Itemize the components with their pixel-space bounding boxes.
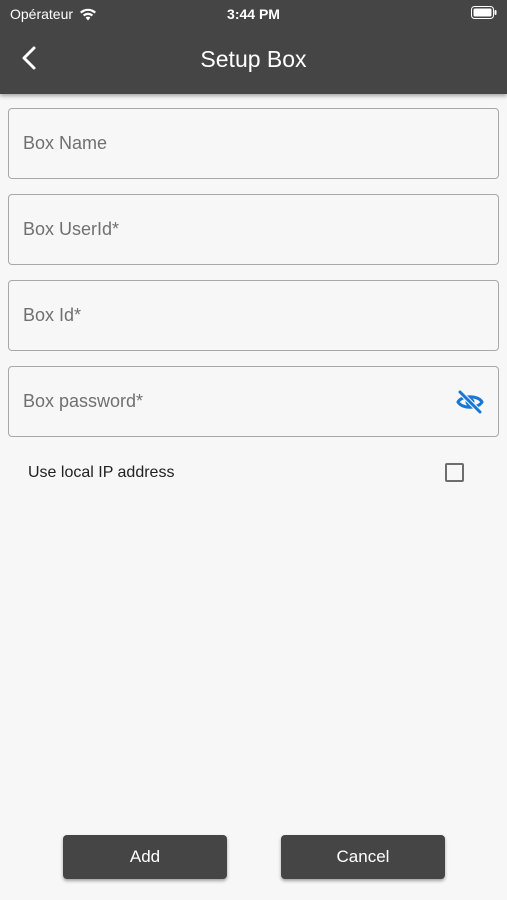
box-id-field[interactable] [8,280,499,351]
box-userid-input[interactable] [23,195,463,264]
box-name-input[interactable] [23,109,463,178]
eye-off-icon[interactable] [456,389,484,415]
use-local-ip-label: Use local IP address [28,464,175,481]
page-title: Setup Box [200,46,307,72]
navigation-bar: Setup Box [0,28,507,94]
status-bar: Opérateur 3:44 PM [0,0,507,28]
box-password-input[interactable] [23,367,463,436]
status-time: 3:44 PM [227,6,280,22]
box-name-field[interactable] [8,108,499,179]
app-bar: Opérateur 3:44 PM Setup Box [0,0,507,94]
battery-icon [471,6,497,19]
cancel-button[interactable]: Cancel [281,835,445,879]
box-password-field[interactable] [8,366,499,437]
box-userid-field[interactable] [8,194,499,265]
use-local-ip-row[interactable]: Use local IP address [0,455,507,493]
box-id-input[interactable] [23,281,463,350]
add-button[interactable]: Add [63,835,227,879]
use-local-ip-checkbox[interactable] [445,463,464,482]
